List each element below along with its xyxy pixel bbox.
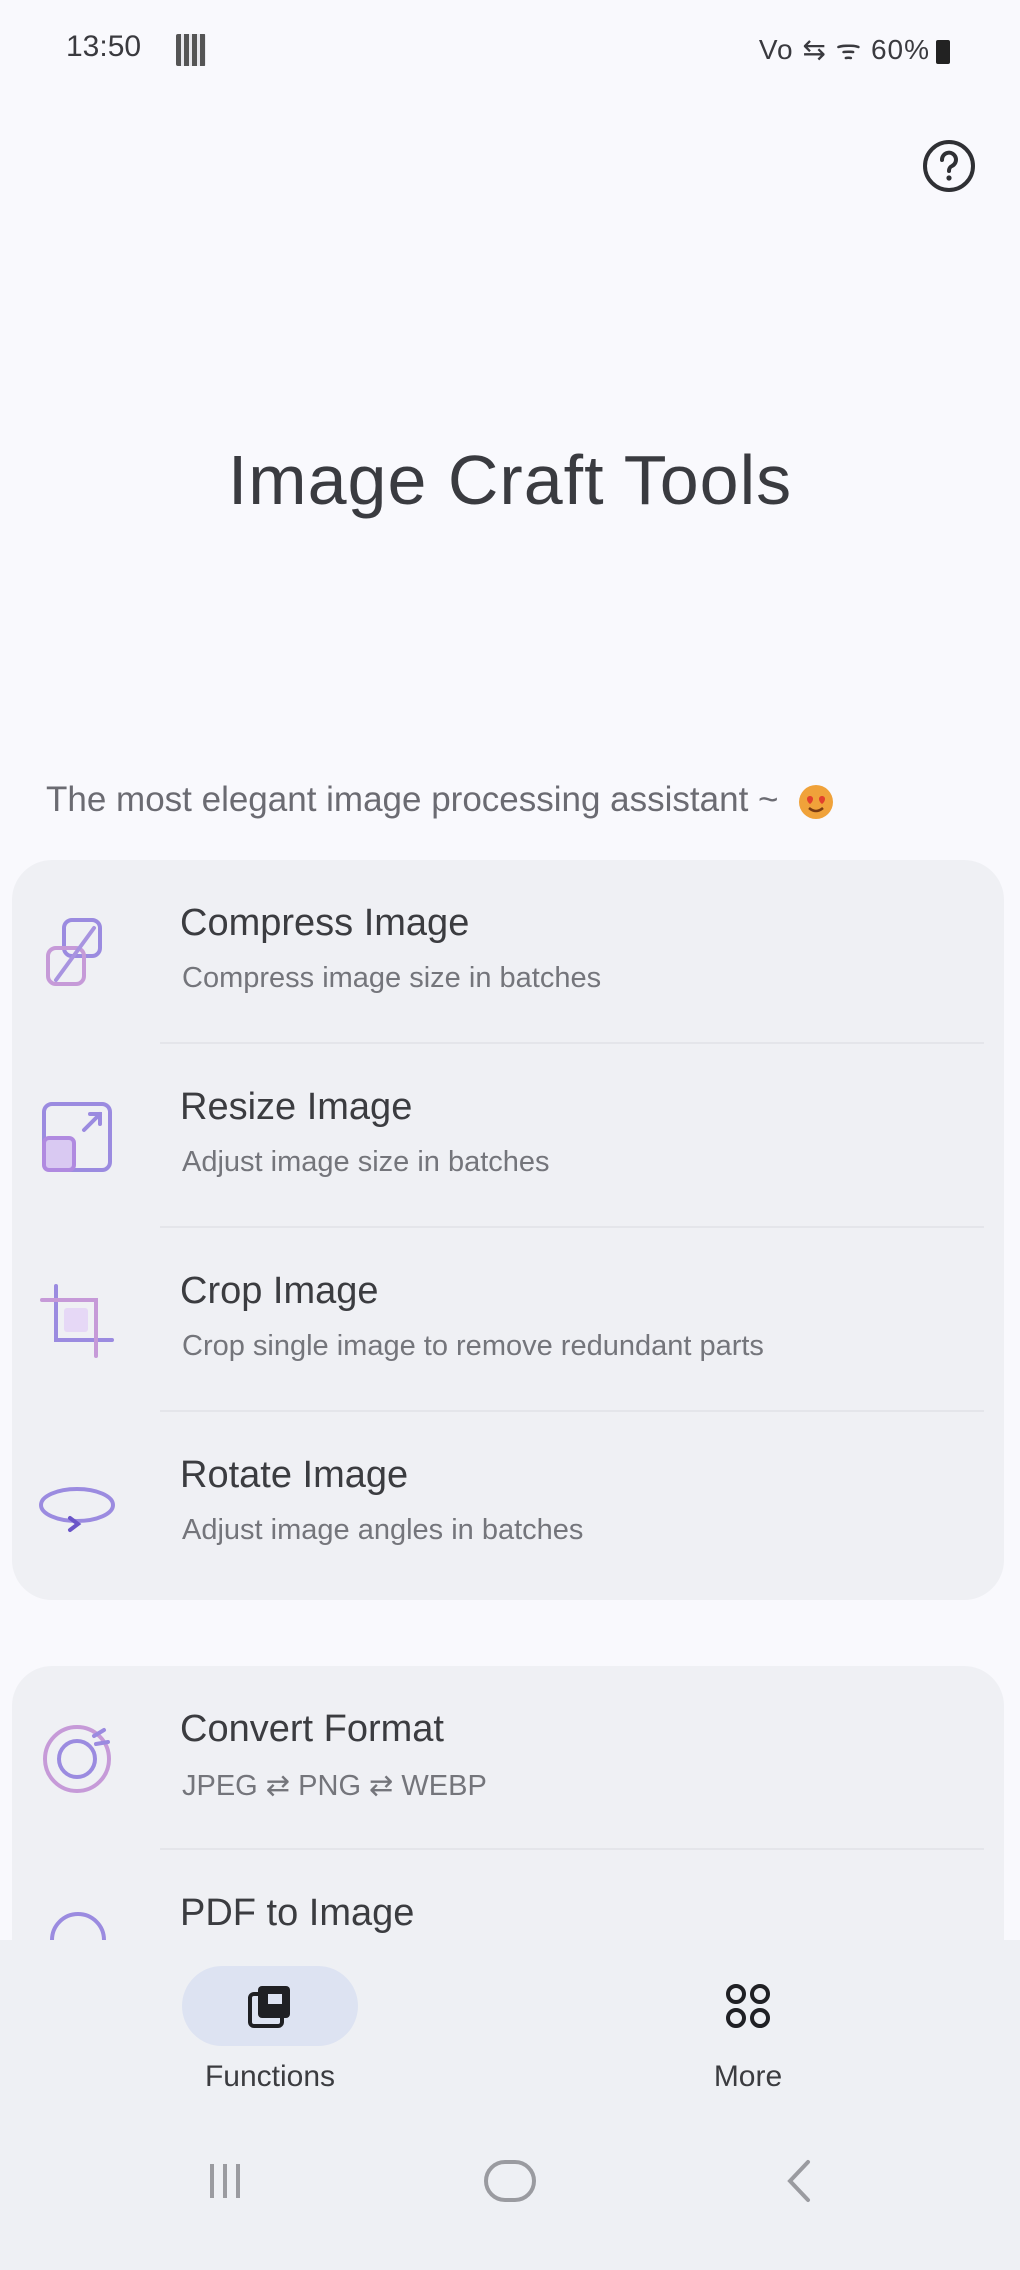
status-indicator-text: Vo ⇆ ᯤ 60% xyxy=(758,34,930,65)
tool-title: Compress Image xyxy=(180,902,470,944)
grid-icon xyxy=(726,1984,770,2028)
battery-icon xyxy=(936,39,950,64)
tool-subtitle: Crop single image to remove redundant pa… xyxy=(182,1330,764,1362)
bottom-navigation: Functions More xyxy=(0,1940,1020,2110)
home-icon[interactable] xyxy=(482,2156,538,2206)
tagline-text: The most elegant image processing assist… xyxy=(46,780,779,819)
heart-face-emoji-icon xyxy=(799,784,834,819)
tool-title: Convert Format xyxy=(180,1708,444,1750)
recent-apps-icon[interactable] xyxy=(200,2156,250,2206)
nav-functions-label: Functions xyxy=(204,2060,336,2093)
compress-icon xyxy=(46,918,102,986)
nav-functions[interactable]: Functions xyxy=(150,1966,390,2094)
tool-title: Rotate Image xyxy=(180,1454,409,1496)
system-navigation-bar xyxy=(0,2110,1020,2270)
nav-more[interactable]: More xyxy=(628,1966,868,2094)
tool-row-convert[interactable]: Convert Format JPEG ⇄ PNG ⇄ WEBP xyxy=(12,1666,1004,1850)
rotate-icon xyxy=(39,1487,115,1532)
tool-title: Resize Image xyxy=(180,1086,413,1128)
status-time: 13:50 xyxy=(66,30,142,63)
tool-title: Crop Image xyxy=(180,1270,379,1312)
resize-icon xyxy=(42,1102,112,1172)
tool-title: PDF to Image xyxy=(180,1892,415,1934)
back-icon[interactable] xyxy=(776,2156,826,2206)
convert-icon xyxy=(43,1725,111,1793)
help-button[interactable] xyxy=(921,138,977,194)
nav-functions-pill xyxy=(182,1966,358,2046)
status-bar: 13:50 Vo ⇆ ᯤ 60% xyxy=(0,0,1020,100)
tool-row-compress[interactable]: Compress Image Compress image size in ba… xyxy=(12,860,1004,1044)
qr-notification-icon xyxy=(176,34,206,66)
tool-subtitle: Compress image size in batches xyxy=(182,962,602,994)
tool-subtitle: JPEG ⇄ PNG ⇄ WEBP xyxy=(182,1770,487,1802)
tool-subtitle: Adjust image angles in batches xyxy=(182,1514,584,1546)
tool-subtitle: Adjust image size in batches xyxy=(182,1146,550,1178)
nav-more-pill xyxy=(660,1966,836,2046)
tagline: The most elegant image processing assist… xyxy=(46,780,986,822)
tools-card-basic: Compress Image Compress image size in ba… xyxy=(12,860,1004,1600)
status-indicators: Vo ⇆ ᯤ 60% xyxy=(759,30,950,68)
app-title: Image Craft Tools xyxy=(227,441,793,519)
crop-icon xyxy=(40,1284,114,1358)
tool-row-rotate[interactable]: Rotate Image Adjust image angles in batc… xyxy=(12,1412,1004,1596)
question-circle-icon xyxy=(923,140,975,192)
tool-row-resize[interactable]: Resize Image Adjust image size in batche… xyxy=(12,1044,1004,1228)
tool-row-crop[interactable]: Crop Image Crop single image to remove r… xyxy=(12,1228,1004,1412)
nav-more-label: More xyxy=(713,2060,783,2093)
functions-icon xyxy=(248,1986,290,2028)
